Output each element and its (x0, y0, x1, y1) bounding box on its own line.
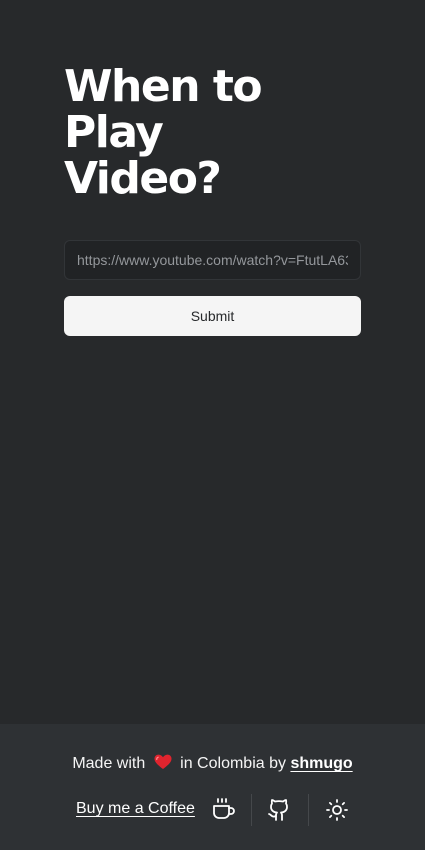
sun-icon[interactable] (325, 798, 349, 827)
coffee-icon[interactable] (211, 797, 237, 826)
divider (251, 794, 252, 826)
in-country-text: in Colombia by (180, 755, 286, 772)
page-title: When to Play Video? (64, 64, 364, 202)
video-url-input[interactable] (64, 240, 361, 280)
github-icon[interactable] (267, 798, 291, 827)
main-content: When to Play Video? Submit (0, 0, 425, 724)
heart-icon (154, 754, 172, 776)
made-with-text: Made with (72, 755, 146, 772)
divider (308, 794, 309, 826)
footer-actions: Buy me a Coffee (0, 792, 425, 828)
buy-coffee-link[interactable]: Buy me a Coffee (76, 800, 195, 818)
submit-button[interactable]: Submit (64, 296, 361, 336)
title-line-1: When to (64, 61, 263, 112)
footer: Made with in Colombia by shmugo Buy me a… (0, 724, 425, 850)
title-line-3: Video? (64, 153, 222, 204)
made-with-line: Made with in Colombia by shmugo (0, 754, 425, 776)
author-link[interactable]: shmugo (290, 755, 352, 772)
title-line-2: Play (64, 107, 164, 158)
